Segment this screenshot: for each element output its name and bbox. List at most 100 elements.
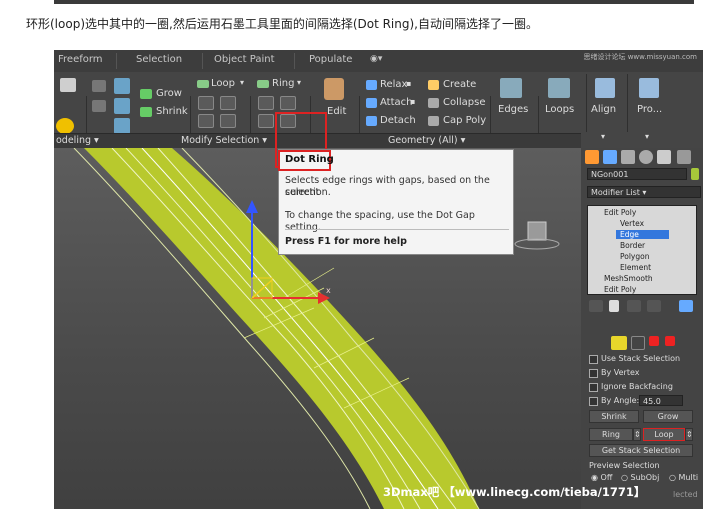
- select-mode-icon[interactable]: [114, 98, 130, 114]
- tooltip-line-2: selection.: [285, 187, 331, 198]
- create-button[interactable]: Create: [443, 79, 476, 90]
- grow-button[interactable]: Grow: [643, 410, 693, 423]
- by-vertex-checkbox[interactable]: [589, 369, 598, 378]
- ring-minus-icon[interactable]: [280, 96, 296, 110]
- tab-populate[interactable]: Populate: [309, 54, 352, 65]
- create-icon: [428, 80, 439, 90]
- loop-spinner[interactable]: ⇕: [685, 428, 693, 441]
- cube-icon[interactable]: [60, 78, 76, 92]
- ignore-backfacing-checkbox[interactable]: [589, 383, 598, 392]
- shrink-button[interactable]: Shrink: [156, 106, 188, 117]
- dot-loop-icon[interactable]: [198, 114, 214, 128]
- max-screenshot: Freeform Selection Object Paint Populate…: [54, 50, 703, 509]
- grow-button[interactable]: Grow: [156, 88, 182, 99]
- group-divider: [627, 74, 628, 132]
- page-top-strip: [54, 0, 694, 4]
- attach-button[interactable]: Attach: [380, 97, 412, 108]
- show-end-result-icon[interactable]: [609, 300, 619, 312]
- group-label-modeling[interactable]: odeling ▾: [56, 135, 99, 149]
- modifier-stack[interactable]: Edit Poly Vertex Edge Border Polygon Ele…: [587, 205, 697, 295]
- attach-settings-icon[interactable]: ▪: [410, 97, 415, 106]
- loop-dropdown-icon[interactable]: ▾: [240, 78, 244, 87]
- loops-button[interactable]: Loops: [545, 104, 574, 115]
- select-mode-icon[interactable]: [114, 118, 130, 134]
- edges-button[interactable]: Edges: [498, 104, 528, 115]
- properties-dropdown-icon[interactable]: ▾: [645, 132, 649, 141]
- hierarchy-panel-icon[interactable]: [621, 150, 635, 164]
- tab-freeform[interactable]: Freeform: [58, 54, 103, 65]
- align-dropdown-icon[interactable]: ▾: [601, 132, 605, 141]
- tab-divider: [202, 53, 203, 69]
- configure-sets-icon[interactable]: [679, 300, 693, 312]
- preview-multi-radio[interactable]: ○ Multi: [669, 473, 698, 482]
- dot-ring-alt-icon[interactable]: [258, 114, 274, 128]
- modify-panel-icon[interactable]: [603, 150, 617, 164]
- ring-button[interactable]: Ring: [272, 78, 294, 89]
- create-panel-icon[interactable]: [585, 150, 599, 164]
- tooltip-divider: [285, 229, 509, 230]
- detach-button[interactable]: Detach: [380, 115, 416, 126]
- modifier-list-dropdown[interactable]: Modifier List ▾: [587, 186, 701, 198]
- loop-button[interactable]: Loop: [211, 78, 235, 89]
- remove-modifier-icon[interactable]: [647, 300, 661, 312]
- select-icon[interactable]: [92, 100, 106, 112]
- minus-icon[interactable]: [220, 96, 236, 110]
- utilities-panel-icon[interactable]: [677, 150, 691, 164]
- dot-loop-alt-icon[interactable]: [220, 114, 236, 128]
- relax-icon: [366, 80, 377, 90]
- select-icon[interactable]: [92, 80, 106, 92]
- stack-item-edit-poly-2[interactable]: Edit Poly: [604, 285, 636, 294]
- stack-item-edit-poly[interactable]: Edit Poly: [604, 208, 636, 217]
- stack-item-element[interactable]: Element: [620, 263, 651, 272]
- stack-item-border[interactable]: Border: [620, 241, 645, 250]
- object-name-field[interactable]: NGon001: [587, 168, 687, 180]
- use-stack-selection-checkbox[interactable]: [589, 355, 598, 364]
- tab-object-paint[interactable]: Object Paint: [214, 54, 275, 65]
- ring-icon: [257, 80, 269, 88]
- tab-divider: [116, 53, 117, 69]
- element-subobject-icon[interactable]: [665, 336, 675, 346]
- ring-dropdown-icon[interactable]: ▾: [297, 78, 301, 87]
- make-unique-icon[interactable]: [627, 300, 641, 312]
- preview-subobj-radio[interactable]: ○ SubObj: [621, 473, 659, 482]
- x-axis-label: x: [326, 286, 331, 295]
- edit-tool-icon: [324, 78, 344, 100]
- options-dropdown-icon[interactable]: ◉▾: [370, 54, 382, 64]
- stack-item-vertex[interactable]: Vertex: [620, 219, 644, 228]
- polygon-subobject-icon[interactable]: [649, 336, 659, 346]
- properties-button[interactable]: Pro...: [637, 104, 662, 115]
- tab-selection[interactable]: Selection: [136, 54, 182, 65]
- display-panel-icon[interactable]: [657, 150, 671, 164]
- edit-button[interactable]: Edit: [327, 106, 346, 117]
- group-label-geometry[interactable]: Geometry (All) ▾: [388, 135, 465, 149]
- plus-icon[interactable]: [198, 96, 214, 110]
- tooltip-title: Dot Ring: [285, 154, 334, 165]
- ring-plus-icon[interactable]: [258, 96, 274, 110]
- group-label-modify-selection[interactable]: Modify Selection ▾: [181, 135, 267, 149]
- ring-spinner[interactable]: ⇕: [633, 428, 641, 441]
- border-subobject-icon[interactable]: [631, 336, 645, 350]
- sphere-icon[interactable]: [56, 118, 74, 134]
- preview-off-radio[interactable]: ◉ Off: [591, 473, 612, 482]
- by-angle-checkbox[interactable]: [589, 397, 598, 406]
- select-mode-icon[interactable]: [114, 78, 130, 94]
- object-color-swatch[interactable]: [691, 168, 699, 180]
- pin-stack-icon[interactable]: [589, 300, 603, 312]
- ring-button[interactable]: Ring: [589, 428, 633, 441]
- stack-item-meshsmooth[interactable]: MeshSmooth: [604, 274, 653, 283]
- group-divider: [586, 74, 587, 132]
- relax-button[interactable]: Relax: [380, 79, 407, 90]
- relax-settings-icon[interactable]: ▪: [406, 79, 411, 88]
- by-angle-field[interactable]: 45.0: [639, 395, 683, 406]
- get-stack-selection-button[interactable]: Get Stack Selection: [589, 444, 693, 457]
- stack-item-edge[interactable]: Edge: [616, 230, 669, 239]
- edge-subobject-icon[interactable]: [611, 336, 627, 350]
- shrink-button[interactable]: Shrink: [589, 410, 639, 423]
- stack-item-polygon[interactable]: Polygon: [620, 252, 649, 261]
- cap-poly-button[interactable]: Cap Poly: [443, 115, 486, 126]
- collapse-button[interactable]: Collapse: [443, 97, 486, 108]
- align-button[interactable]: Align: [591, 104, 616, 115]
- motion-panel-icon[interactable]: [639, 150, 653, 164]
- attach-icon: [366, 98, 377, 108]
- loop-button[interactable]: Loop: [643, 428, 685, 441]
